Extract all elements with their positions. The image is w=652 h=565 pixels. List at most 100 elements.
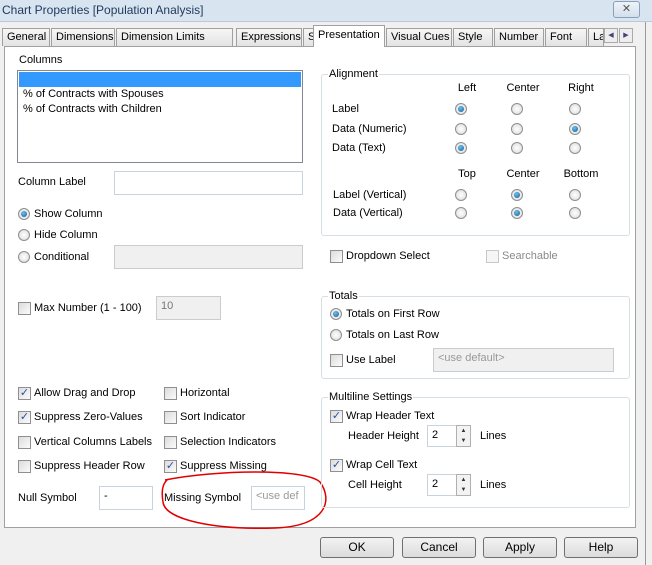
columns-list[interactable]: % of Contracts with Spouses % of Contrac…	[17, 70, 303, 163]
totals-first-row-radio[interactable]	[330, 308, 342, 320]
totals-group-label: Totals	[328, 290, 359, 302]
tab-dimension-limits[interactable]: Dimension Limits	[116, 28, 233, 46]
alignment-group-label: Alignment	[328, 68, 379, 80]
spin-down-icon[interactable]: ▼	[457, 485, 470, 495]
help-button[interactable]: Help	[564, 537, 638, 558]
alignment-vrow-label: Label (Vertical)	[333, 189, 407, 201]
alignment-radio-center[interactable]	[511, 123, 523, 135]
tab-style[interactable]: Style	[453, 28, 493, 46]
alignment-header-center: Center	[506, 82, 540, 94]
max-number-checkbox[interactable]	[18, 302, 31, 315]
alignment-vheader-center: Center	[506, 168, 540, 180]
ok-button[interactable]: OK	[320, 537, 394, 558]
alignment-radio-top[interactable]	[455, 189, 467, 201]
alignment-radio-center[interactable]	[511, 207, 523, 219]
null-symbol-label: Null Symbol	[18, 492, 77, 504]
alignment-radio-bottom[interactable]	[569, 189, 581, 201]
apply-button[interactable]: Apply	[483, 537, 557, 558]
null-symbol-input[interactable]: -	[99, 486, 153, 510]
use-label-input[interactable]: <use default>	[433, 348, 614, 372]
alignment-radio-center[interactable]	[511, 189, 523, 201]
cell-height-label: Cell Height	[348, 479, 402, 491]
columns-list-item[interactable]: % of Contracts with Spouses	[19, 87, 301, 103]
alignment-radio-left[interactable]	[455, 123, 467, 135]
sort-indicator-checkbox[interactable]	[164, 411, 177, 424]
wrap-cell-checkbox[interactable]: ✓	[330, 459, 343, 472]
conditional-input[interactable]	[114, 245, 303, 269]
tab-general[interactable]: General	[2, 28, 50, 46]
hide-column-radio[interactable]	[18, 229, 30, 241]
spin-up-icon[interactable]: ▲	[457, 475, 470, 485]
spin-down-icon[interactable]: ▼	[457, 436, 470, 446]
multiline-group-label: Multiline Settings	[328, 391, 414, 403]
tab-scroll-right[interactable]: ▶	[619, 28, 633, 43]
sort-indicator-label: Sort Indicator	[180, 411, 246, 423]
cell-lines-label: Lines	[480, 479, 507, 491]
alignment-radio-top[interactable]	[455, 207, 467, 219]
cell-height-spinner[interactable]: ▲ ▼	[456, 474, 471, 496]
conditional-label: Conditional	[34, 251, 90, 263]
tab-la[interactable]: La	[588, 28, 604, 46]
tab-number[interactable]: Number	[494, 28, 544, 46]
alignment-radio-right[interactable]	[569, 142, 581, 154]
header-height-input[interactable]: 2	[427, 425, 457, 447]
horizontal-label: Horizontal	[180, 387, 230, 399]
totals-first-row-label: Totals on First Row	[346, 308, 440, 320]
dropdown-select-label: Dropdown Select	[346, 250, 430, 262]
vertical-labels-checkbox[interactable]	[18, 436, 31, 449]
alignment-vrow-label: Data (Vertical)	[333, 207, 403, 219]
cancel-button[interactable]: Cancel	[402, 537, 476, 558]
red-annotation-circle	[161, 471, 327, 530]
wrap-header-label: Wrap Header Text	[346, 410, 435, 422]
wrap-header-checkbox[interactable]: ✓	[330, 410, 343, 423]
use-label-label: Use Label	[346, 354, 396, 366]
alignment-radio-right[interactable]	[569, 123, 581, 135]
searchable-label: Searchable	[502, 250, 558, 262]
suppress-zero-label: Suppress Zero-Values	[34, 411, 143, 423]
alignment-header-right: Right	[568, 82, 594, 94]
columns-list-item-selected[interactable]	[19, 72, 301, 87]
tab-presentation[interactable]: Presentation	[313, 25, 385, 47]
alignment-radio-center[interactable]	[511, 103, 523, 115]
alignment-vheader-top: Top	[458, 168, 476, 180]
spin-up-icon[interactable]: ▲	[457, 426, 470, 436]
close-icon: ✕	[621, 3, 632, 15]
tab-visual-cues[interactable]: Visual Cues	[386, 28, 452, 46]
column-label-input[interactable]	[114, 171, 303, 195]
horizontal-checkbox[interactable]	[164, 387, 177, 400]
allow-drag-checkbox[interactable]: ✓	[18, 387, 31, 400]
suppress-zero-checkbox[interactable]: ✓	[18, 411, 31, 424]
column-label-label: Column Label	[18, 176, 86, 188]
header-height-spinner[interactable]: ▲ ▼	[456, 425, 471, 447]
header-lines-label: Lines	[480, 430, 507, 442]
alignment-radio-center[interactable]	[511, 142, 523, 154]
use-label-checkbox[interactable]	[330, 354, 343, 367]
dropdown-select-checkbox[interactable]	[330, 250, 343, 263]
header-height-label: Header Height	[348, 430, 419, 442]
tab-font[interactable]: Font	[545, 28, 587, 46]
alignment-radio-bottom[interactable]	[569, 207, 581, 219]
show-column-radio[interactable]	[18, 208, 30, 220]
selection-indicators-checkbox[interactable]	[164, 436, 177, 449]
close-button[interactable]: ✕	[613, 1, 640, 18]
totals-last-row-label: Totals on Last Row	[346, 329, 439, 341]
searchable-checkbox[interactable]	[486, 250, 499, 263]
totals-last-row-radio[interactable]	[330, 329, 342, 341]
columns-list-item[interactable]: % of Contracts with Children	[19, 103, 301, 119]
alignment-radio-left[interactable]	[455, 142, 467, 154]
alignment-row-label: Data (Numeric)	[332, 123, 407, 135]
alignment-row-label: Label	[332, 103, 359, 115]
tab-dimensions[interactable]: Dimensions	[51, 28, 115, 46]
tab-expressions[interactable]: Expressions	[236, 28, 302, 46]
allow-drag-label: Allow Drag and Drop	[34, 387, 136, 399]
alignment-radio-right[interactable]	[569, 103, 581, 115]
cell-height-input[interactable]: 2	[427, 474, 457, 496]
tab-scroll-left[interactable]: ◀	[604, 28, 618, 43]
suppress-header-label: Suppress Header Row	[34, 460, 145, 472]
alignment-radio-left[interactable]	[455, 103, 467, 115]
max-number-input[interactable]: 10	[156, 296, 221, 320]
window-title: Chart Properties [Population Analysis]	[2, 3, 204, 17]
suppress-header-checkbox[interactable]	[18, 460, 31, 473]
conditional-radio[interactable]	[18, 251, 30, 263]
max-number-label: Max Number (1 - 100)	[34, 302, 142, 314]
